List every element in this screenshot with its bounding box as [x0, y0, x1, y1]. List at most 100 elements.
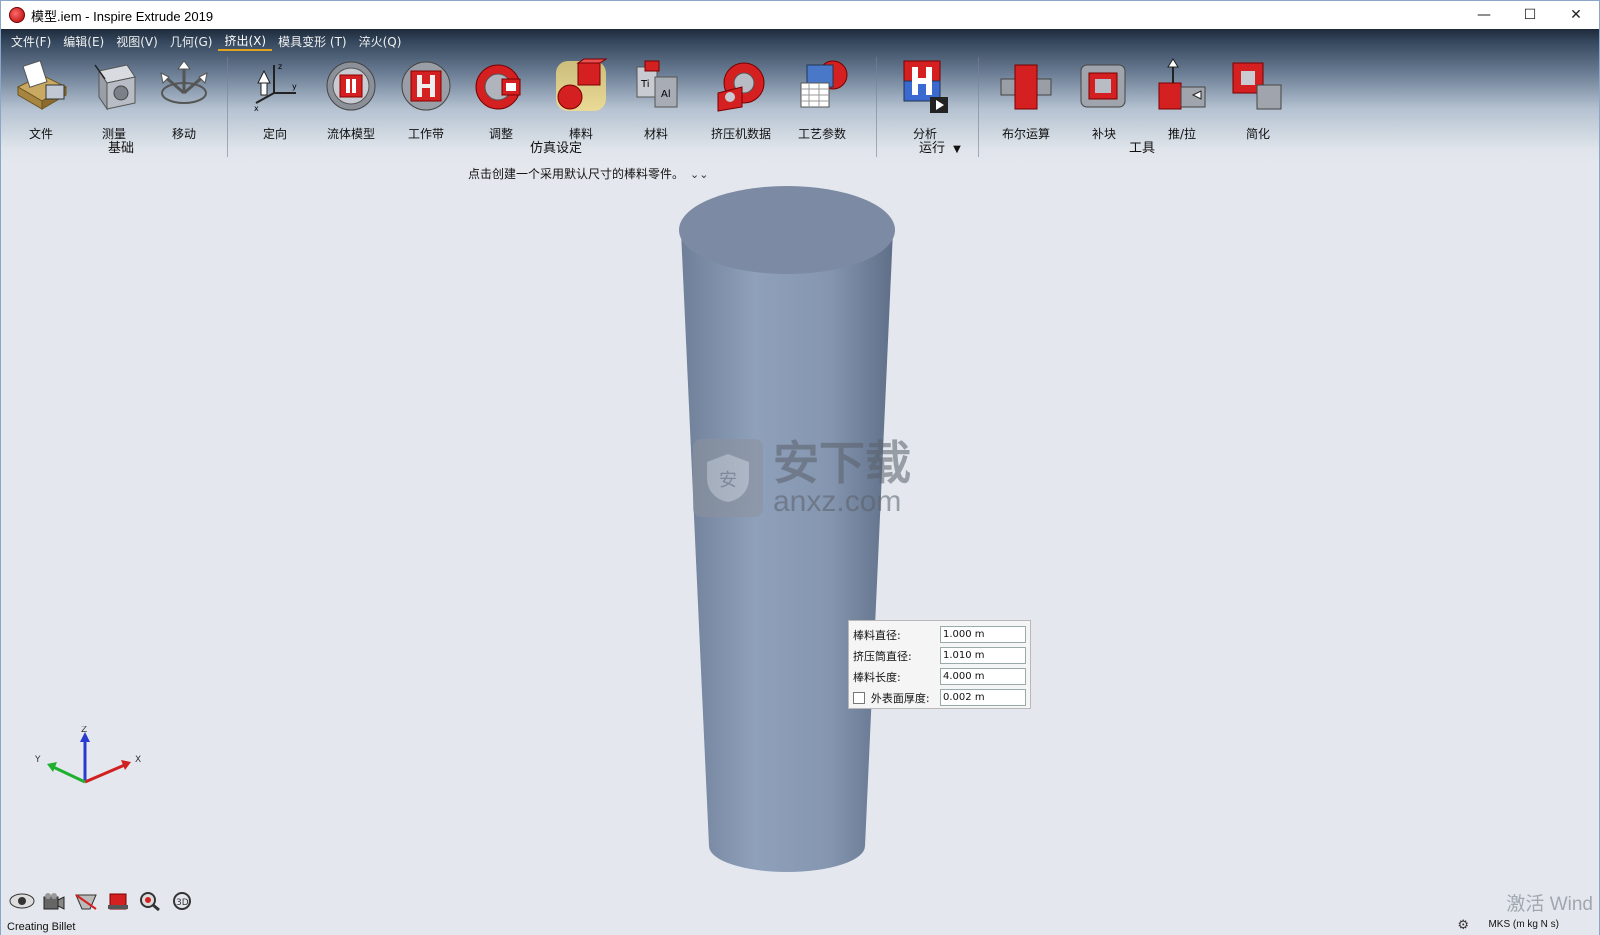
svg-text:x: x: [254, 104, 259, 113]
svg-text:z: z: [278, 62, 282, 71]
tool-analyze[interactable]: 分析: [890, 57, 960, 142]
tool-material[interactable]: Ti Al 材料: [621, 57, 691, 142]
billet-length-row: 棒料长度: 4.000 m: [853, 666, 1026, 687]
skin-thickness-checkbox[interactable]: [853, 691, 865, 704]
menu-quench[interactable]: 淬火(Q): [353, 33, 408, 50]
billet-cylinder[interactable]: [671, 186, 911, 896]
minimize-button[interactable]: —: [1461, 1, 1507, 29]
group-label-sim-setup: 仿真设定: [530, 141, 583, 156]
status-bar: Creating Billet ⚙ MKS (m kg N s): [1, 918, 1599, 935]
material-icon: Ti Al: [627, 57, 685, 115]
analyze-icon: [896, 57, 954, 115]
move-icon: [155, 57, 213, 115]
billet-diameter-input[interactable]: 1.000 m: [939, 626, 1026, 643]
activation-notice: 激活 Wind: [1506, 894, 1593, 915]
tool-billet[interactable]: 棒料: [546, 57, 616, 142]
menu-file[interactable]: 文件(F): [5, 33, 57, 50]
svg-text:安: 安: [719, 470, 737, 491]
menu-view[interactable]: 视图(V): [110, 33, 164, 50]
skin-thickness-input[interactable]: 0.002 m: [940, 689, 1026, 706]
group-label-run[interactable]: 运行 ▼: [919, 137, 961, 156]
container-diameter-label: 挤压筒直径:: [853, 649, 912, 663]
group-label-tools: 工具: [1129, 141, 1156, 156]
svg-text:Ti: Ti: [640, 79, 650, 90]
svg-text:Al: Al: [661, 89, 671, 100]
app-logo-icon: [9, 7, 25, 23]
menu-bar: 文件(F) 编辑(E) 视图(V) 几何(G) 挤出(X) 模具变形 (T) 淬…: [5, 31, 407, 51]
section-cut-icon[interactable]: [73, 889, 99, 913]
hint-text-container: 点击创建一个采用默认尺寸的棒料零件。 ⌄⌄: [468, 165, 708, 182]
tool-process-params[interactable]: 工艺参数: [787, 57, 857, 142]
billet-icon: [552, 57, 610, 115]
maximize-button[interactable]: ☐: [1507, 1, 1553, 29]
eye-icon[interactable]: [9, 889, 35, 913]
zoom-icon[interactable]: [137, 889, 163, 913]
file-icon: [12, 57, 70, 115]
container-diameter-row: 挤压筒直径: 1.010 m: [853, 645, 1026, 666]
unit-system[interactable]: MKS (m kg N s): [1488, 919, 1559, 930]
axis-triad: Z X Y: [34, 726, 141, 784]
axis-z-label: Z: [81, 726, 87, 735]
tool-fluid-model[interactable]: 流体模型: [316, 57, 386, 142]
measure-icon: [85, 57, 143, 115]
ribbon: 文件(F) 编辑(E) 视图(V) 几何(G) 挤出(X) 模具变形 (T) 淬…: [1, 29, 1599, 164]
chevron-down-icon[interactable]: ⌄⌄: [690, 168, 708, 181]
tool-push-pull[interactable]: 推/拉: [1147, 57, 1217, 142]
dropdown-arrow-icon: ▼: [953, 144, 961, 155]
billet-length-input[interactable]: 4.000 m: [939, 668, 1026, 685]
billet-length-label: 棒料长度:: [853, 670, 901, 684]
tool-measure[interactable]: 测量: [79, 57, 149, 142]
gear-icon[interactable]: ⚙: [1457, 918, 1469, 933]
menu-edit[interactable]: 编辑(E): [57, 33, 110, 50]
view-toolbar: 3D: [9, 889, 195, 913]
axis-x-label: X: [135, 755, 141, 765]
adjust-icon: [472, 57, 530, 115]
svg-text:3D: 3D: [176, 898, 189, 908]
camera-icon[interactable]: [41, 889, 67, 913]
tool-boolean[interactable]: 布尔运算: [991, 57, 1061, 142]
skin-thickness-row: 外表面厚度: 0.002 m: [853, 687, 1026, 708]
window-controls: — ☐ ✕: [1461, 1, 1599, 29]
fluid-model-icon: [322, 57, 380, 115]
ribbon-separator: [978, 57, 979, 157]
status-text: Creating Billet: [7, 921, 76, 933]
skin-thickness-label: 外表面厚度:: [870, 691, 930, 705]
billet-diameter-label: 棒料直径:: [853, 628, 901, 642]
group-label-basic: 基础: [108, 141, 135, 156]
3d-view-icon[interactable]: 3D: [169, 889, 195, 913]
ribbon-separator: [876, 57, 877, 157]
press-data-icon: [712, 57, 770, 115]
bearing-icon: [397, 57, 455, 115]
tool-press-data[interactable]: 挤压机数据: [706, 57, 776, 142]
box-view-icon[interactable]: [105, 889, 131, 913]
orient-icon: z y x: [246, 57, 304, 115]
watermark: 安 安下载 anxz.com: [693, 439, 911, 517]
tool-patch[interactable]: 补块: [1069, 57, 1139, 142]
patch-icon: [1075, 57, 1133, 115]
push-pull-icon: [1153, 57, 1211, 115]
menu-geometry[interactable]: 几何(G): [164, 33, 219, 50]
app-window: 模型.iem - Inspire Extrude 2019 — ☐ ✕ 文件(F…: [0, 0, 1600, 935]
ribbon-tools: 文件 测量 移动 z y x 定向 流体模型 工作带 调整 棒料 Ti Al 材…: [1, 57, 1599, 157]
shield-icon: 安: [693, 439, 763, 517]
tool-orient[interactable]: z y x 定向: [240, 57, 310, 142]
billet-diameter-row: 棒料直径: 1.000 m: [853, 624, 1026, 645]
billet-parameters-panel: 棒料直径: 1.000 m 挤压筒直径: 1.010 m 棒料长度: 4.000…: [848, 620, 1031, 709]
ribbon-separator: [227, 57, 228, 157]
tool-simplify[interactable]: 简化: [1223, 57, 1293, 142]
boolean-icon: [997, 57, 1055, 115]
tool-move[interactable]: 移动: [149, 57, 219, 142]
menu-die-deformation[interactable]: 模具变形 (T): [272, 33, 353, 50]
hint-text: 点击创建一个采用默认尺寸的棒料零件。: [468, 167, 685, 181]
tool-adjust[interactable]: 调整: [466, 57, 536, 142]
container-diameter-input[interactable]: 1.010 m: [939, 647, 1026, 664]
tool-file[interactable]: 文件: [6, 57, 76, 142]
title-bar: 模型.iem - Inspire Extrude 2019 — ☐ ✕: [1, 1, 1599, 29]
close-button[interactable]: ✕: [1553, 1, 1599, 29]
simplify-icon: [1229, 57, 1287, 115]
axis-y-label: Y: [34, 755, 41, 765]
process-params-icon: [793, 57, 851, 115]
svg-text:y: y: [292, 82, 297, 91]
tool-bearing[interactable]: 工作带: [391, 57, 461, 142]
menu-extrude[interactable]: 挤出(X): [218, 32, 273, 51]
